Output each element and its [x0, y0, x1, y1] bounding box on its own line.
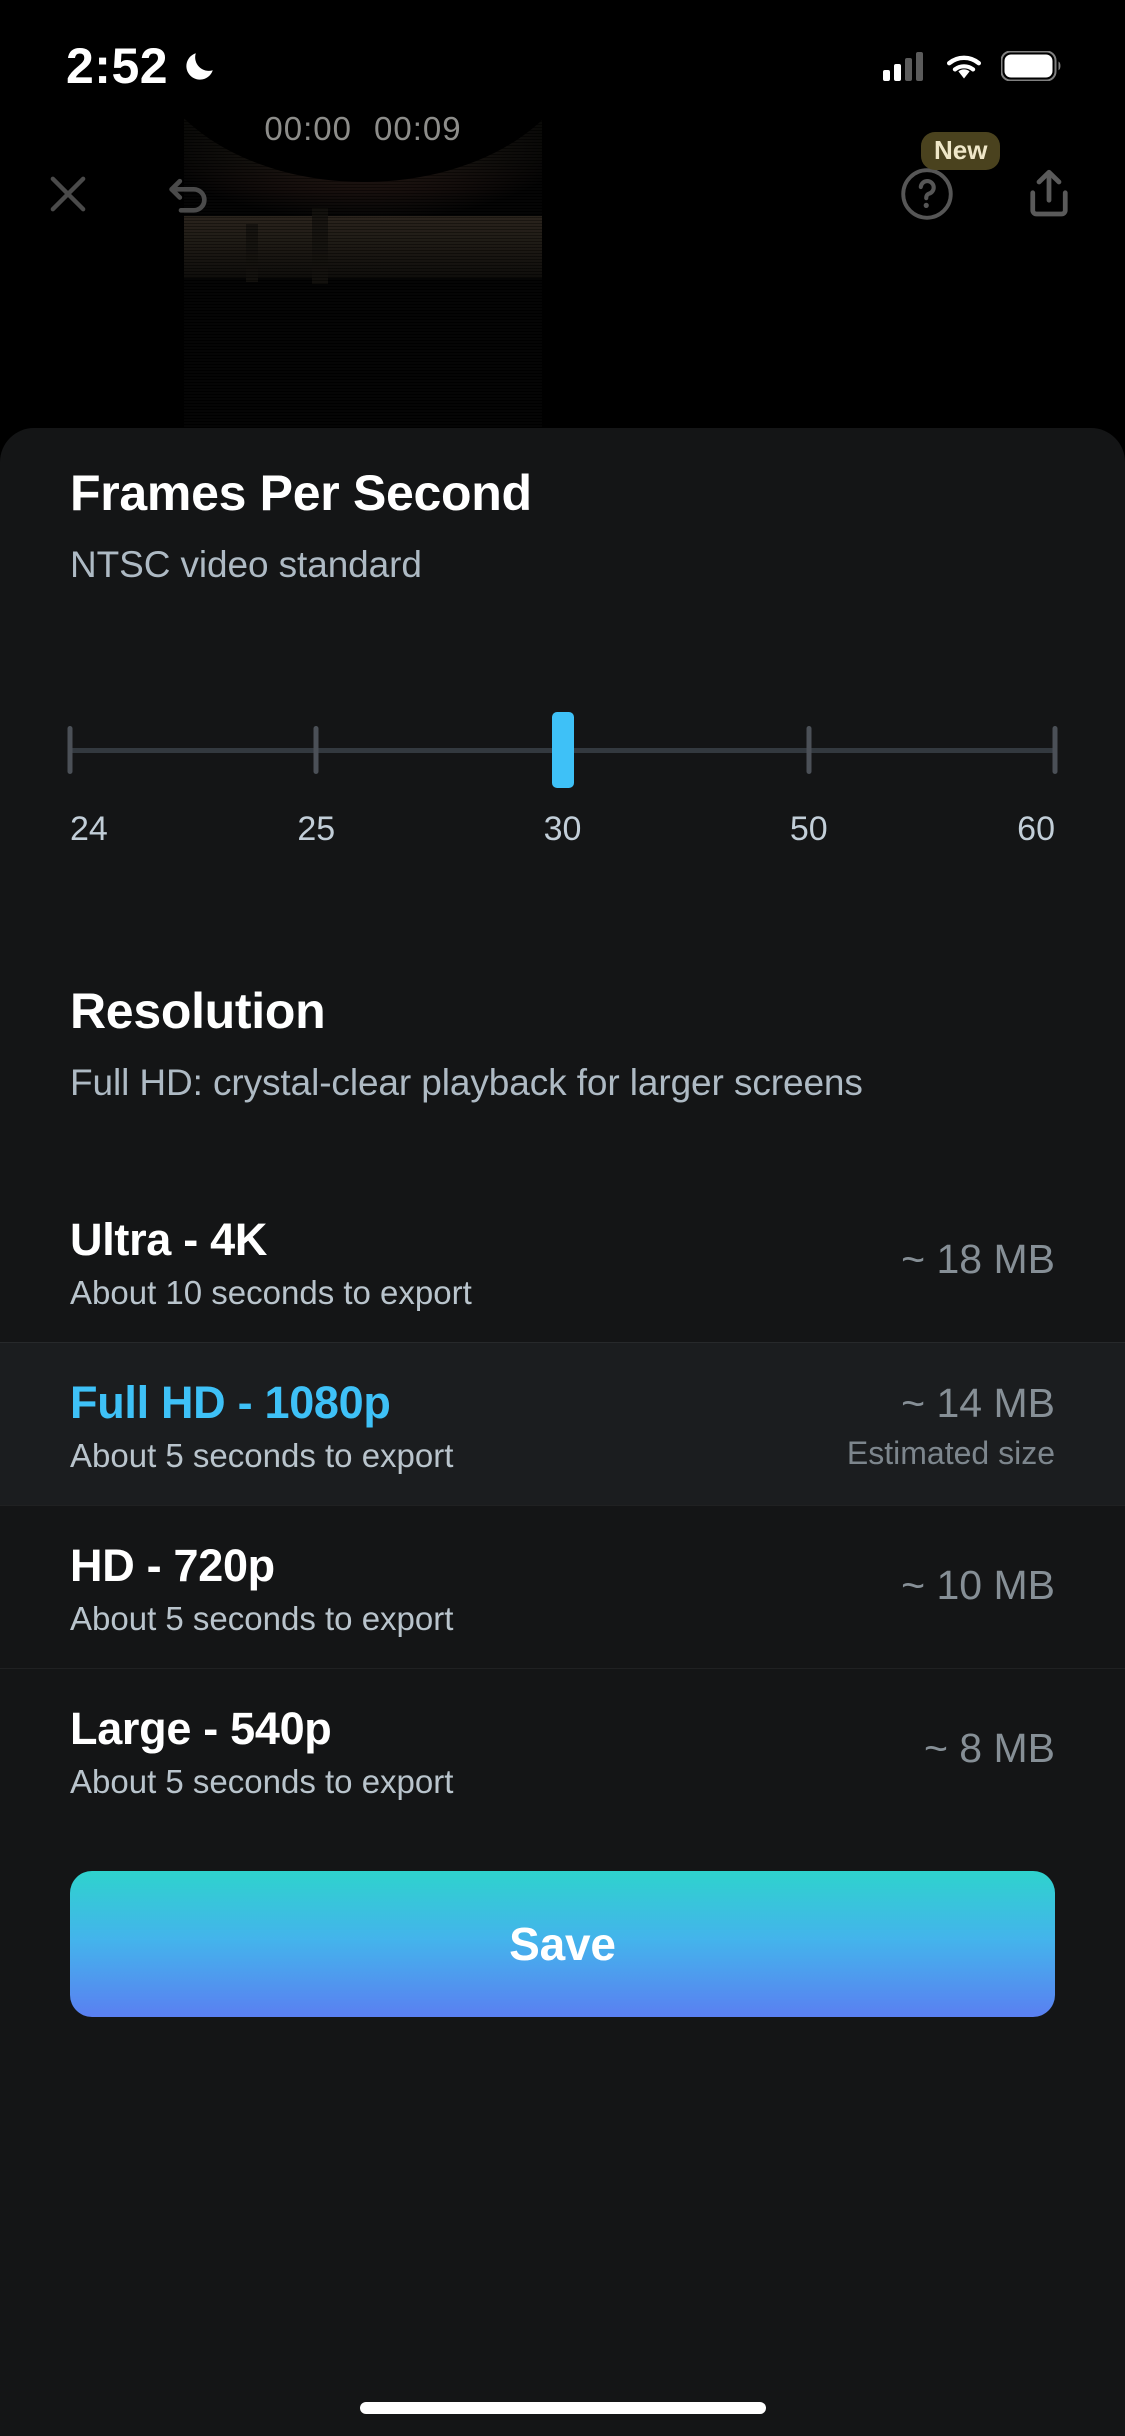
option-size-group: ~ 10 MB	[901, 1562, 1055, 1617]
option-estimated-size: ~ 10 MB	[901, 1561, 1055, 1608]
save-button-container: Save	[0, 1831, 1125, 2017]
fps-subtitle: NTSC video standard	[70, 544, 422, 585]
resolution-subtitle: Full HD: crystal-clear playback for larg…	[70, 1062, 863, 1103]
help-button[interactable]: New	[879, 132, 1001, 244]
close-button[interactable]	[20, 148, 116, 244]
share-upload-icon	[1019, 164, 1079, 229]
preview-timestamps: 00:00 00:09	[184, 110, 542, 148]
undo-button[interactable]	[140, 148, 236, 244]
save-button[interactable]: Save	[70, 1871, 1055, 2017]
fps-label-60: 60	[1017, 810, 1055, 848]
fps-tick-25	[313, 726, 319, 774]
option-text-group: Ultra - 4K About 10 seconds to export	[70, 1214, 472, 1312]
fps-slider-thumb[interactable]	[551, 712, 574, 788]
fps-label-25: 25	[297, 810, 336, 848]
option-name: HD - 720p	[70, 1540, 275, 1591]
app-screen: 2:52 00:00 00:09 New Frames Per Second N…	[0, 0, 1125, 2436]
fps-tick-60	[1052, 726, 1058, 774]
option-text-group: HD - 720p About 5 seconds to export	[70, 1540, 453, 1638]
option-name: Full HD - 1080p	[70, 1377, 391, 1428]
moon-icon	[182, 48, 218, 84]
wifi-icon	[943, 51, 985, 81]
resolution-section: Resolution Full HD: crystal-clear playba…	[0, 860, 1125, 1104]
resolution-option-ultra-4k[interactable]: Ultra - 4K About 10 seconds to export ~ …	[0, 1180, 1125, 1342]
fps-tick-50	[806, 726, 812, 774]
option-size-group: ~ 18 MB	[901, 1236, 1055, 1291]
option-description: About 5 seconds to export	[70, 1600, 454, 1637]
fps-tick-24	[67, 726, 73, 774]
status-bar-left: 2:52	[66, 41, 218, 91]
help-new-badge: New	[921, 132, 1001, 170]
option-description: About 5 seconds to export	[70, 1763, 454, 1800]
cellular-signal-icon	[883, 51, 927, 81]
fps-label-30: 30	[543, 810, 582, 848]
resolution-options-list: Ultra - 4K About 10 seconds to export ~ …	[0, 1180, 1125, 1831]
help-question-icon	[896, 163, 958, 230]
editor-toolbar: New	[0, 132, 1125, 258]
option-name: Ultra - 4K	[70, 1214, 268, 1265]
fps-label-50: 50	[789, 810, 828, 848]
fps-slider[interactable]	[67, 704, 1058, 796]
fps-label-24: 24	[70, 810, 108, 848]
preview-current-time: 00:00	[264, 110, 352, 147]
preview-total-time: 00:09	[374, 110, 462, 147]
close-icon	[42, 168, 94, 225]
export-settings-sheet: Frames Per Second NTSC video standard 24…	[0, 428, 1125, 2436]
video-preview[interactable]: 00:00 00:09	[184, 88, 542, 428]
fps-tick-labels: 24 25 30 50 60	[70, 810, 1055, 860]
option-description: About 10 seconds to export	[70, 1274, 472, 1311]
option-text-group: Large - 540p About 5 seconds to export	[70, 1703, 453, 1801]
resolution-option-hd-720p[interactable]: HD - 720p About 5 seconds to export ~ 10…	[0, 1505, 1125, 1668]
option-estimated-size: ~ 8 MB	[923, 1724, 1055, 1771]
option-size-group: ~ 8 MB	[924, 1725, 1055, 1780]
option-name: Large - 540p	[70, 1703, 332, 1754]
fps-title: Frames Per Second	[70, 465, 532, 521]
undo-icon	[160, 166, 216, 227]
status-bar: 2:52	[0, 0, 1125, 132]
fps-section: Frames Per Second NTSC video standard	[0, 428, 1125, 586]
status-bar-right	[883, 51, 1063, 81]
battery-icon	[1001, 51, 1063, 81]
option-estimated-size: ~ 14 MB	[901, 1380, 1055, 1426]
option-description: About 5 seconds to export	[70, 1437, 454, 1474]
resolution-title: Resolution	[70, 983, 326, 1039]
share-button[interactable]	[1001, 148, 1097, 244]
option-size-note: Estimated size	[846, 1435, 1055, 1471]
status-bar-clock: 2:52	[66, 38, 169, 94]
option-size-group: ~ 14 MB Estimated size	[847, 1380, 1055, 1472]
resolution-option-large-540p[interactable]: Large - 540p About 5 seconds to export ~…	[0, 1668, 1125, 1831]
option-estimated-size: ~ 18 MB	[901, 1235, 1055, 1282]
resolution-option-full-hd-1080p[interactable]: Full HD - 1080p About 5 seconds to expor…	[0, 1342, 1125, 1505]
option-text-group: Full HD - 1080p About 5 seconds to expor…	[70, 1377, 453, 1475]
home-indicator	[359, 2402, 766, 2414]
